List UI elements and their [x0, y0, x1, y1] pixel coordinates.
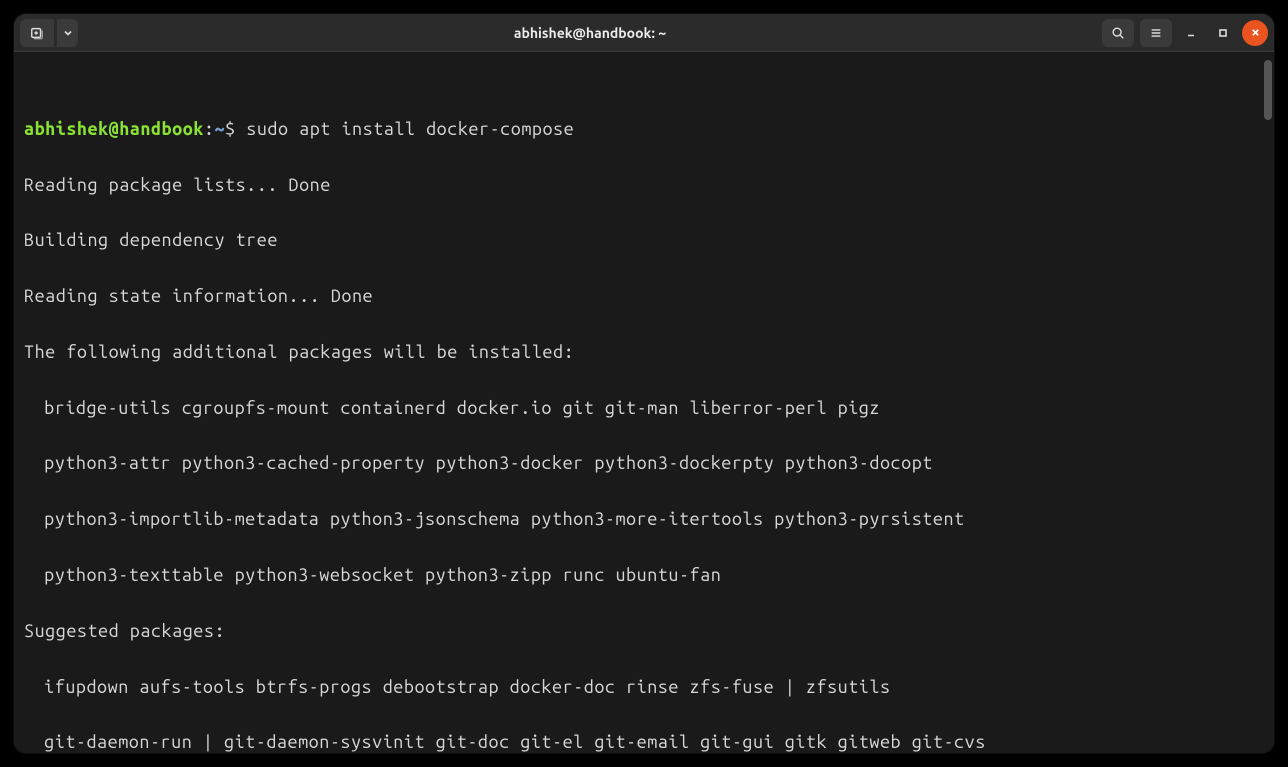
new-tab-icon	[30, 26, 44, 40]
new-tab-dropdown[interactable]	[56, 19, 78, 47]
prompt-colon: :	[204, 119, 215, 139]
output-line: Suggested packages:	[24, 618, 1264, 646]
titlebar: abhishek@handbook: ~	[14, 14, 1274, 52]
output-line: Reading package lists... Done	[24, 172, 1264, 200]
scrollbar-thumb[interactable]	[1264, 60, 1272, 120]
command-text: sudo apt install docker-compose	[246, 119, 574, 139]
search-button[interactable]	[1102, 19, 1134, 47]
chevron-down-icon	[63, 28, 73, 38]
menu-button[interactable]	[1140, 19, 1172, 47]
hamburger-icon	[1149, 26, 1163, 40]
prompt-user-host: abhishek@handbook	[24, 119, 204, 139]
titlebar-left	[20, 19, 78, 47]
minimize-icon	[1185, 27, 1197, 39]
output-line: Building dependency tree	[24, 227, 1264, 255]
window-title: abhishek@handbook: ~	[82, 25, 1098, 41]
output-line: The following additional packages will b…	[24, 339, 1264, 367]
prompt-path: ~	[214, 119, 225, 139]
output-line: ifupdown aufs-tools btrfs-progs debootst…	[24, 674, 1264, 702]
maximize-icon	[1217, 27, 1229, 39]
terminal-output[interactable]: abhishek@handbook:~$ sudo apt install do…	[14, 52, 1274, 753]
output-line: Reading state information... Done	[24, 283, 1264, 311]
output-line: python3-importlib-metadata python3-jsons…	[24, 506, 1264, 534]
titlebar-right	[1102, 19, 1268, 47]
output-line: python3-attr python3-cached-property pyt…	[24, 450, 1264, 478]
terminal-window: abhishek@handbook: ~	[14, 14, 1274, 753]
output-line: python3-texttable python3-websocket pyth…	[24, 562, 1264, 590]
output-line: bridge-utils cgroupfs-mount containerd d…	[24, 395, 1264, 423]
prompt-symbol: $	[225, 119, 236, 139]
minimize-button[interactable]	[1178, 20, 1204, 46]
search-icon	[1111, 26, 1125, 40]
new-tab-button[interactable]	[20, 19, 54, 47]
output-line: git-daemon-run | git-daemon-sysvinit git…	[24, 729, 1264, 753]
close-icon	[1250, 27, 1261, 38]
close-button[interactable]	[1242, 20, 1268, 46]
maximize-button[interactable]	[1210, 20, 1236, 46]
